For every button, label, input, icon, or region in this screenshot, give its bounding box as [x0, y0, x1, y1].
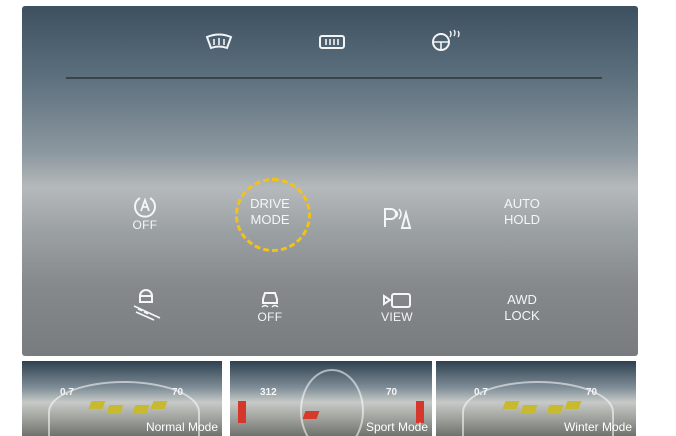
gauge-segment [302, 411, 320, 419]
gauge-arc [300, 369, 364, 436]
camera-view-button[interactable]: VIEW [349, 292, 445, 342]
gauge-segment [88, 401, 106, 409]
rear-defrost-icon[interactable] [315, 32, 349, 52]
control-panel: OFF DRIVE MODE AUTO HOLD OFF VIEW AWD LO… [22, 6, 638, 356]
gauge-segment [238, 401, 246, 423]
right-value: 70 [386, 387, 398, 398]
parking-sensor-button[interactable] [349, 201, 445, 251]
gauge-segment [132, 405, 150, 413]
sport-mode-thumbnail: 312 70 Sport Mode [230, 361, 432, 436]
esc-off-label: OFF [257, 310, 283, 324]
esc-off-button[interactable]: OFF [222, 288, 318, 338]
awd-lock-button[interactable]: AWD LOCK [474, 292, 570, 342]
gauge-segment [150, 401, 168, 409]
awd-lock-label-line2: LOCK [504, 308, 540, 323]
camera-view-label: VIEW [381, 310, 413, 324]
left-value: 0.7 [474, 387, 488, 398]
thumbnail-caption: Sport Mode [365, 420, 428, 434]
isg-icon [134, 197, 156, 218]
hill-descent-icon [133, 289, 161, 321]
right-value: 70 [172, 387, 184, 398]
gauge-segment [520, 405, 538, 413]
winter-mode-thumbnail: 0.7 70 Winter Mode [436, 361, 636, 436]
right-value: 70 [586, 387, 598, 398]
normal-mode-thumbnail: 0.7 70 Normal Mode [22, 361, 222, 436]
thumbnail-caption: Winter Mode [563, 420, 632, 434]
thumbnail-caption: Normal Mode [145, 420, 218, 434]
front-defrost-icon[interactable] [202, 32, 236, 52]
parking-sensor-icon [384, 208, 412, 229]
hill-descent-button[interactable] [99, 282, 195, 332]
auto-hold-label-line1: AUTO [504, 196, 540, 211]
heated-steering-icon[interactable] [428, 28, 462, 52]
left-value: 312 [260, 387, 277, 398]
auto-hold-button[interactable]: AUTO HOLD [474, 196, 570, 246]
gauge-segment [546, 405, 564, 413]
gauge-segment [564, 401, 582, 409]
gauge-segment [502, 401, 520, 409]
isg-off-label: OFF [132, 218, 158, 232]
awd-lock-label-line1: AWD [507, 292, 537, 307]
esc-icon [261, 292, 279, 308]
top-divider [66, 77, 602, 79]
gauge-segment [106, 405, 124, 413]
camera-icon [383, 293, 411, 308]
isg-off-button[interactable]: OFF [97, 194, 193, 244]
auto-hold-label-line2: HOLD [503, 212, 541, 227]
drive-mode-highlight [235, 178, 311, 252]
left-value: 0.7 [60, 387, 74, 398]
